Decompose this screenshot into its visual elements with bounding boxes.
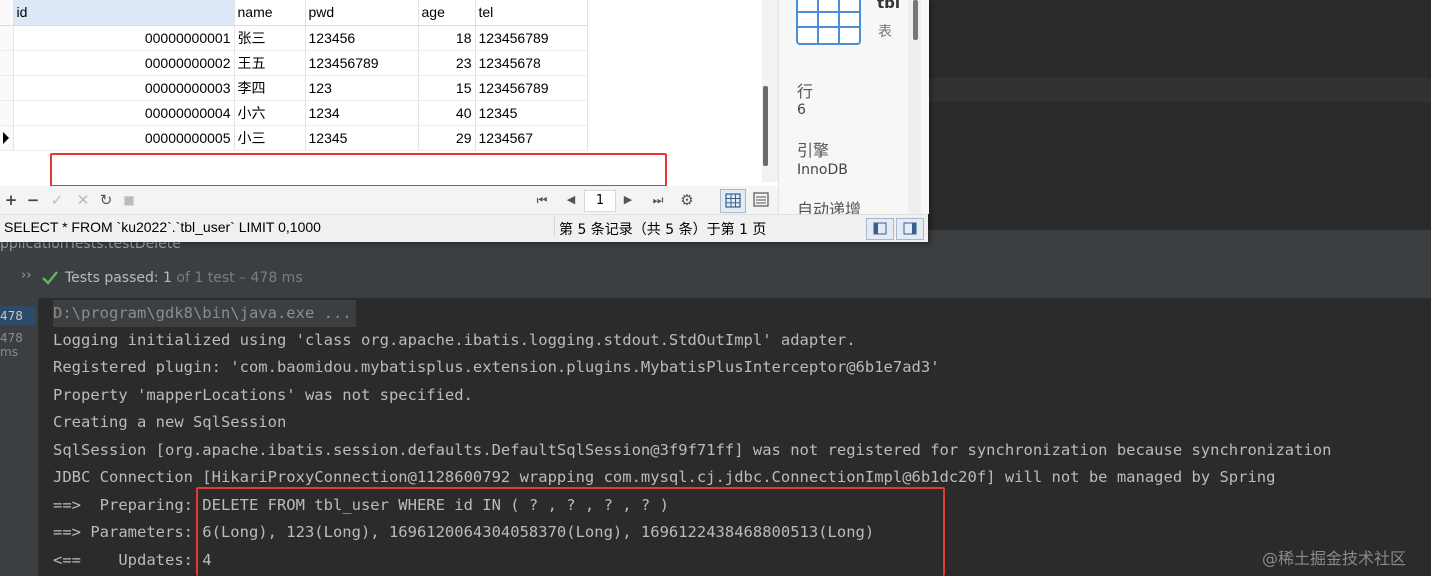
- test-passed-check-icon: [41, 270, 59, 290]
- expand-chevron-icon[interactable]: ››: [21, 268, 31, 283]
- add-record-icon[interactable]: +: [2, 186, 20, 214]
- tests-passed-detail: of 1 test – 478 ms: [176, 270, 303, 286]
- stop-icon[interactable]: ■: [120, 186, 138, 214]
- form-view-button[interactable]: [750, 189, 772, 211]
- cell-id[interactable]: 00000000004: [13, 100, 235, 126]
- table-row[interactable]: 00000000002 王五 123456789 23 12345678: [0, 50, 588, 76]
- test-duration-root[interactable]: 478 ms: [0, 306, 36, 326]
- info-panel-scroll-thumb[interactable]: [913, 0, 918, 40]
- editor-current-line: [928, 78, 1431, 102]
- console-line: Creating a new SqlSession: [53, 413, 287, 431]
- row-header[interactable]: [0, 125, 14, 151]
- left-panel-icon: [873, 222, 887, 235]
- result-table: id name pwd age tel 00000000001 张三 12345…: [0, 0, 588, 151]
- table-row[interactable]: 00000000001 张三 123456 18 123456789: [0, 25, 588, 51]
- column-header-age[interactable]: age: [418, 0, 476, 26]
- cell-tel[interactable]: 1234567: [475, 125, 588, 151]
- console-line: Logging initialized using 'class org.apa…: [53, 331, 856, 349]
- info-autoinc-label: 自动递增: [797, 200, 862, 214]
- cell-tel[interactable]: 12345: [475, 100, 588, 126]
- cell-pwd[interactable]: 123456: [305, 25, 419, 51]
- tests-passed-count: 1: [163, 270, 172, 286]
- last-page-icon[interactable]: ⏭: [647, 186, 669, 214]
- info-table-type: 表: [878, 24, 892, 40]
- grid-view-button[interactable]: [720, 189, 746, 213]
- cell-name[interactable]: 王五: [234, 50, 306, 76]
- info-rows-label: 行: [797, 82, 814, 101]
- cell-tel[interactable]: 123456789: [475, 25, 588, 51]
- column-header-name[interactable]: name: [234, 0, 306, 26]
- cell-age[interactable]: 40: [418, 100, 476, 126]
- info-rows-value: 6: [797, 102, 806, 118]
- console-command-line[interactable]: D:\program\gdk8\bin\java.exe ...: [53, 300, 356, 327]
- cell-tel[interactable]: 123456789: [475, 75, 588, 101]
- console-line: SqlSession [org.apache.ibatis.session.de…: [53, 441, 1332, 459]
- form-view-icon: [753, 192, 769, 207]
- cell-tel[interactable]: 12345678: [475, 50, 588, 76]
- cell-name[interactable]: 李四: [234, 75, 306, 101]
- row-header[interactable]: [0, 100, 14, 126]
- row-header[interactable]: [0, 25, 14, 51]
- cell-id[interactable]: 00000000002: [13, 50, 235, 76]
- cell-id[interactable]: 00000000001: [13, 25, 235, 51]
- column-header-pwd[interactable]: pwd: [305, 0, 419, 26]
- info-table-title: tbl: [877, 0, 901, 12]
- row-header[interactable]: [0, 75, 14, 101]
- next-page-icon[interactable]: ▶: [618, 186, 638, 214]
- status-sql-query: SELECT * FROM `ku2022`.`tbl_user` LIMIT …: [4, 219, 321, 235]
- prev-page-icon[interactable]: ◀: [561, 186, 581, 214]
- cell-age[interactable]: 23: [418, 50, 476, 76]
- toggle-left-panel-button[interactable]: [866, 218, 894, 240]
- settings-gear-icon[interactable]: ⚙: [677, 186, 697, 214]
- table-row[interactable]: 00000000003 李四 123 15 123456789: [0, 75, 588, 101]
- row-header-corner: [0, 0, 14, 26]
- delete-record-icon[interactable]: −: [24, 186, 42, 214]
- annotation-empty-rows-box: [50, 153, 667, 187]
- cell-name[interactable]: 小六: [234, 100, 306, 126]
- first-page-icon[interactable]: ⏮: [532, 186, 552, 214]
- table-header-row: id name pwd age tel: [0, 0, 588, 26]
- tests-passed-summary: Tests passed: 1 of 1 test – 478 ms: [65, 270, 303, 286]
- status-record-position: 第 5 条记录（共 5 条）于第 1 页: [559, 222, 767, 238]
- annotation-sql-log-box: [196, 487, 945, 576]
- column-header-id[interactable]: id: [13, 0, 235, 26]
- cell-id[interactable]: 00000000005: [13, 125, 235, 151]
- gutter-divider: [38, 298, 39, 576]
- watermark-text: @稀土掘金技术社区: [1262, 549, 1407, 568]
- apply-changes-icon[interactable]: ✓: [48, 186, 66, 214]
- cell-pwd[interactable]: 123456789: [305, 50, 419, 76]
- cell-pwd[interactable]: 123: [305, 75, 419, 101]
- editor-area: [928, 0, 1431, 230]
- cell-age[interactable]: 18: [418, 25, 476, 51]
- refresh-icon[interactable]: ↻: [97, 186, 115, 214]
- tests-passed-label: Tests passed:: [65, 270, 159, 286]
- cell-age[interactable]: 29: [418, 125, 476, 151]
- grid-scroll-thumb[interactable]: [763, 86, 768, 166]
- right-panel-icon: [903, 222, 917, 235]
- table-row[interactable]: 00000000004 小六 1234 40 12345: [0, 100, 588, 126]
- table-row-selected[interactable]: 00000000005 小三 12345 29 1234567: [0, 125, 588, 151]
- current-row-arrow-icon: [3, 131, 9, 144]
- cell-name[interactable]: 张三: [234, 25, 306, 51]
- toggle-right-panel-button[interactable]: [896, 218, 924, 240]
- console-line: Property 'mapperLocations' was not speci…: [53, 386, 473, 404]
- cell-id[interactable]: 00000000003: [13, 75, 235, 101]
- column-header-tel[interactable]: tel: [475, 0, 588, 26]
- test-duration-child[interactable]: 478 ms: [0, 331, 36, 359]
- row-header[interactable]: [0, 50, 14, 76]
- cell-pwd[interactable]: 12345: [305, 125, 419, 151]
- console-line: Registered plugin: 'com.baomidou.mybatis…: [53, 358, 940, 376]
- info-engine-label: 引擎: [797, 141, 830, 160]
- page-number-input[interactable]: 1: [584, 190, 616, 212]
- status-divider: [554, 217, 555, 237]
- table-large-icon: [796, 0, 862, 50]
- cell-name[interactable]: 小三: [234, 125, 306, 151]
- cell-pwd[interactable]: 1234: [305, 100, 419, 126]
- grid-view-icon: [725, 193, 741, 208]
- info-engine-value: InnoDB: [797, 162, 848, 178]
- discard-changes-icon[interactable]: ✕: [74, 186, 92, 214]
- cell-age[interactable]: 15: [418, 75, 476, 101]
- console-line-updates: <== Updates: 4: [53, 551, 212, 569]
